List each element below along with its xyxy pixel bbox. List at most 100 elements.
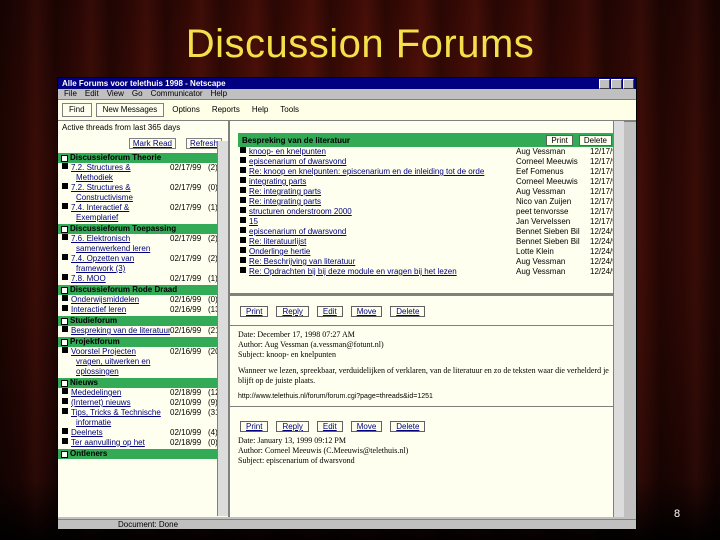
left-scrollbar[interactable] xyxy=(217,141,228,516)
forum-row[interactable]: Methodiek xyxy=(58,173,228,183)
toolbar-reports-button[interactable]: Reports xyxy=(208,104,244,116)
message-delete-button[interactable]: Delete xyxy=(390,421,426,432)
thread-subject-link[interactable]: Re: Beschrijving van literatuur xyxy=(249,257,516,267)
message-reply-button[interactable]: Reply xyxy=(276,306,309,317)
menu-item-help[interactable]: Help xyxy=(211,89,227,99)
forum-topic-link[interactable]: Bespreking van de literatuur xyxy=(71,326,170,336)
forum-row[interactable]: Interactief leren 02/16/99 (13) xyxy=(58,305,228,315)
forum-row[interactable]: vragen, uitwerken en xyxy=(58,357,228,367)
thread-subject-link[interactable]: episcenarium of dwarsvond xyxy=(249,227,516,237)
forum-row[interactable]: Deelnets 02/10/99 (4) xyxy=(58,428,228,438)
forum-row[interactable]: 7.4. Interactief & 02/17/99 (1) xyxy=(58,203,228,213)
forum-section-header[interactable]: Discussieforum Toepassing xyxy=(58,224,228,234)
message-print-button[interactable]: Print xyxy=(240,306,269,317)
forum-topic-link[interactable]: 7.8. MOO xyxy=(71,274,170,284)
menu-item-go[interactable]: Go xyxy=(132,89,143,99)
forum-row[interactable]: Tips, Tricks & Technische 02/16/99 (31) xyxy=(58,408,228,418)
forum-topic-link[interactable]: 7.2. Structures & xyxy=(71,163,170,173)
forum-row[interactable]: oplossingen xyxy=(58,367,228,377)
forum-topic-link[interactable]: Mededelingen xyxy=(71,388,170,398)
thread-row[interactable]: Re: Opdrachten bij bij deze module en vr… xyxy=(230,267,624,277)
forum-topic-link[interactable]: Onderwijsmiddelen xyxy=(71,295,170,305)
right-scrollbar[interactable] xyxy=(613,121,624,517)
forum-row[interactable]: Ter aanvulling op het 02/18/99 (0) xyxy=(58,438,228,448)
forum-topic-link[interactable]: Tips, Tricks & Technische xyxy=(71,408,170,418)
thread-delete-button[interactable]: Delete xyxy=(578,134,612,146)
forum-topic-link[interactable]: samenwerkend leren xyxy=(62,244,170,254)
toolbar-help-button[interactable]: Help xyxy=(248,104,272,116)
forum-topic-link[interactable]: 7.2. Structures & xyxy=(71,183,170,193)
toolbar-options-button[interactable]: Options xyxy=(168,104,204,116)
message-edit-button[interactable]: Edit xyxy=(316,306,343,317)
forum-row[interactable]: (Internet) nieuws 02/10/99 (9) xyxy=(58,398,228,408)
menu-item-view[interactable]: View xyxy=(107,89,124,99)
forum-row[interactable]: Mededelingen 02/18/99 (12) xyxy=(58,388,228,398)
forum-row[interactable]: samenwerkend leren xyxy=(58,244,228,254)
thread-row[interactable]: Re: literatuurlijst Bennet Sieben Bil 12/2… xyxy=(230,237,624,247)
thread-subject-link[interactable]: Re: Opdrachten bij bij deze module en vr… xyxy=(249,267,516,277)
toolbar-find-button[interactable]: Find xyxy=(62,103,92,117)
forum-section-header[interactable]: Studieforum xyxy=(58,316,228,326)
forum-topic-link[interactable]: oplossingen xyxy=(62,367,170,377)
forum-row[interactable]: Voorstel Projecten 02/16/99 (20) xyxy=(58,347,228,357)
thread-row[interactable]: Onderlinge hertie Lotte Klein 12/24/98 xyxy=(230,247,624,257)
forum-section-header[interactable]: Discussieforum Rode Draad xyxy=(58,285,228,295)
forum-topic-link[interactable]: Constructivisme xyxy=(62,193,170,203)
thread-row[interactable]: Re: integrating parts Aug Vessman 12/17/98 xyxy=(230,187,624,197)
forum-row[interactable]: Constructivisme xyxy=(58,193,228,203)
minimize-icon[interactable] xyxy=(599,78,610,89)
forum-topic-link[interactable]: 7.4. Opzetten van xyxy=(71,254,170,264)
thread-print-button[interactable]: Print xyxy=(546,134,573,146)
toolbar-tools-button[interactable]: Tools xyxy=(276,104,303,116)
forum-topic-link[interactable]: Voorstel Projecten xyxy=(71,347,170,357)
thread-row[interactable]: structuren onderstroom 2000 peet tenvorss… xyxy=(230,207,624,217)
message-delete-button[interactable]: Delete xyxy=(390,306,426,317)
forum-topic-link[interactable]: 7.6. Elektronisch xyxy=(71,234,170,244)
forum-topic-link[interactable]: (Internet) nieuws xyxy=(71,398,170,408)
window-titlebar[interactable]: Alle Forums voor telethuis 1998 - Netsca… xyxy=(58,78,636,89)
thread-row[interactable]: 15 Jan Vervelssen 12/17/98 xyxy=(230,217,624,227)
menu-item-communicator[interactable]: Communicator xyxy=(151,89,203,99)
forum-topic-link[interactable]: framework (3) xyxy=(62,264,170,274)
thread-row[interactable]: integrating parts Corneel Meeuwis 12/17/98 xyxy=(230,177,624,187)
thread-row[interactable]: Re: integrating parts Nico van Zuijen 12/1… xyxy=(230,197,624,207)
forum-row[interactable]: 7.6. Elektronisch 02/17/99 (2) xyxy=(58,234,228,244)
forum-row[interactable]: informatie xyxy=(58,418,228,428)
thread-subject-link[interactable]: knoop- en knelpunten xyxy=(249,147,516,157)
forum-topic-link[interactable]: vragen, uitwerken en xyxy=(62,357,170,367)
thread-row[interactable]: episcenarium of dwarsvond Corneel Meeuwis… xyxy=(230,157,624,167)
thread-subject-link[interactable]: structuren onderstroom 2000 xyxy=(249,207,516,217)
forum-row[interactable]: Exemplarief xyxy=(58,213,228,223)
thread-row[interactable]: knoop- en knelpunten Aug Vessman 12/17/98 xyxy=(230,147,624,157)
mark-read-button[interactable]: Mark Read xyxy=(128,137,176,149)
forum-row[interactable]: 7.8. MOO 02/17/99 (1) xyxy=(58,274,228,284)
close-icon[interactable] xyxy=(623,78,634,89)
forum-row[interactable]: Bespreking van de literatuur 02/16/99 (21) xyxy=(58,326,228,336)
thread-subject-link[interactable]: Re: literatuurlijst xyxy=(249,237,516,247)
forum-row[interactable]: 7.2. Structures & 02/17/99 (0) xyxy=(58,183,228,193)
thread-subject-link[interactable]: episcenarium of dwarsvond xyxy=(249,157,516,167)
forum-topic-link[interactable]: informatie xyxy=(62,418,170,428)
menu-item-file[interactable]: File xyxy=(64,89,77,99)
forum-topic-link[interactable]: Methodiek xyxy=(62,173,170,183)
thread-row[interactable]: episcenarium of dwarsvond Bennet Sieben B… xyxy=(230,227,624,237)
forum-topic-link[interactable]: Exemplarief xyxy=(62,213,170,223)
forum-row[interactable]: 7.2. Structures & 02/17/99 (2) xyxy=(58,163,228,173)
message-edit-button[interactable]: Edit xyxy=(316,421,343,432)
maximize-icon[interactable] xyxy=(611,78,622,89)
forum-topic-link[interactable]: Ter aanvulling op het xyxy=(71,438,170,448)
forum-section-header[interactable]: Discussieforum Theorie xyxy=(58,153,228,163)
menu-item-edit[interactable]: Edit xyxy=(85,89,99,99)
forum-section-header[interactable]: Nieuws xyxy=(58,378,228,388)
message-reply-button[interactable]: Reply xyxy=(276,421,309,432)
message-move-button[interactable]: Move xyxy=(350,421,383,432)
thread-subject-link[interactable]: Re: knoop en knelpunten: episcenarium en… xyxy=(249,167,516,177)
forum-topic-link[interactable]: 7.4. Interactief & xyxy=(71,203,170,213)
forum-topic-link[interactable]: Interactief leren xyxy=(71,305,170,315)
message-move-button[interactable]: Move xyxy=(350,306,383,317)
forum-topic-link[interactable]: Deelnets xyxy=(71,428,170,438)
message-link[interactable]: http://www.telethuis.nl/forum/forum.cgi?… xyxy=(230,392,624,402)
forum-section-header[interactable]: Projektforum xyxy=(58,337,228,347)
forum-row[interactable]: framework (3) xyxy=(58,264,228,274)
thread-subject-link[interactable]: Re: integrating parts xyxy=(249,197,516,207)
